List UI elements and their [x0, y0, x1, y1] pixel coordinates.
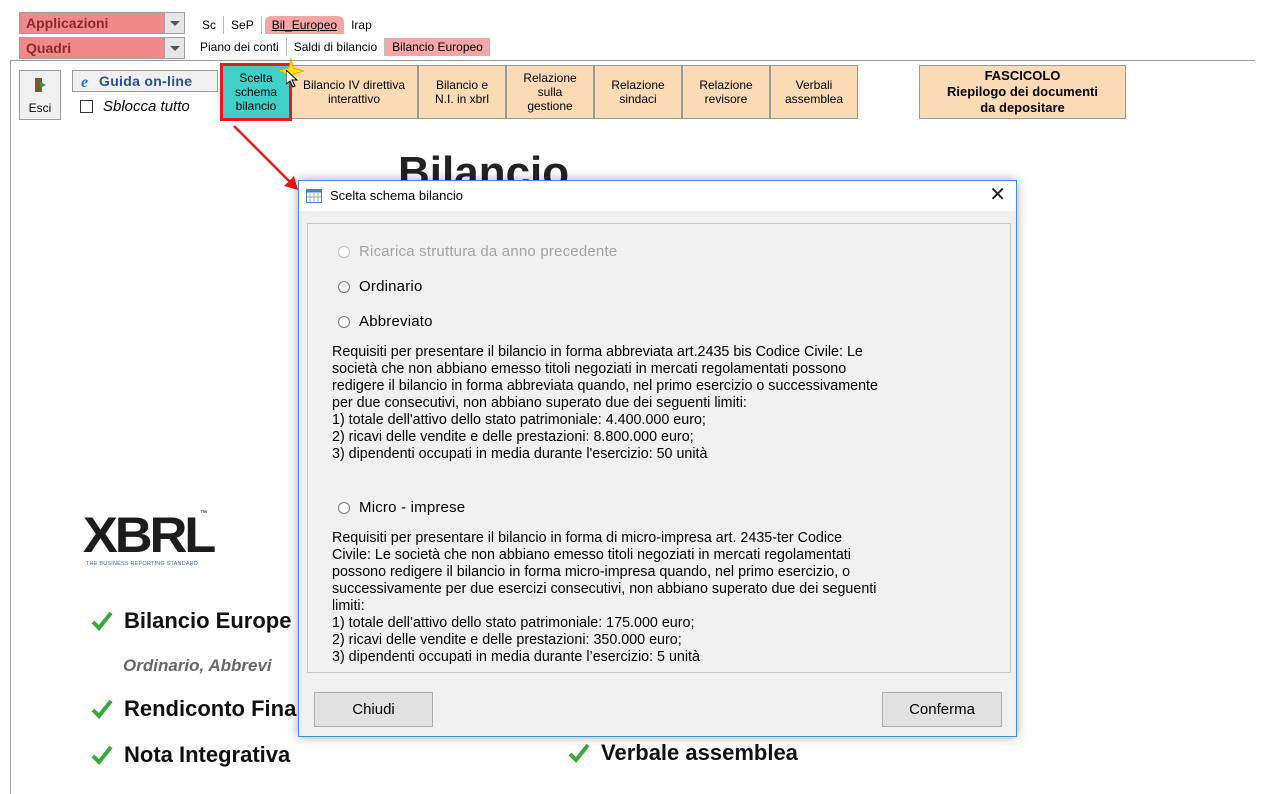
bilancio-iv-label: Bilancio IV direttiva interattivo: [302, 78, 406, 106]
sblocca-label: Sblocca tutto: [103, 98, 190, 115]
esci-button[interactable]: Esci: [19, 70, 61, 120]
trademark-glyph: ™: [200, 510, 207, 517]
feature-label: Nota Integrativa: [124, 742, 291, 767]
check-icon: [91, 745, 113, 765]
guida-online-button[interactable]: e Guida on-line: [72, 70, 218, 92]
tab-sep[interactable]: SeP: [224, 16, 262, 34]
scelta-schema-dialog: Scelta schema bilancio ✕ Ricarica strutt…: [298, 180, 1017, 737]
feature-nota-integrativa: Nota Integrativa: [90, 742, 290, 768]
background-title: Bilancio: [398, 148, 570, 182]
radio-label: Abbreviato: [359, 313, 433, 330]
bilancio-xbrl-button[interactable]: Bilancio e N.I. in xbrl: [418, 65, 506, 119]
verbali-label: Verbali assemblea: [784, 78, 844, 106]
tab-irap[interactable]: Irap: [344, 16, 379, 34]
bilancio-iv-direttiva-button[interactable]: Bilancio IV direttiva interattivo: [290, 65, 418, 119]
feature-sub: Ordinario, Abbrevi: [123, 656, 272, 675]
xbrl-logo: XBRL ™ THE BUSINESS REPORTING STANDARD: [82, 507, 216, 567]
fascicolo-button[interactable]: FASCICOLO Riepilogo dei documenti da dep…: [919, 65, 1126, 119]
chevron-down-icon[interactable]: [164, 13, 184, 33]
chiudi-button[interactable]: Chiudi: [314, 692, 433, 727]
applicazioni-value: Applicazioni: [26, 15, 109, 31]
relazione-gestione-label: Relazione sulla gestione: [523, 71, 577, 113]
feature-label: Verbale assemblea: [601, 740, 798, 765]
relazione-sindaci-label: Relazione sindaci: [611, 78, 665, 106]
verbali-assemblea-button[interactable]: Verbali assemblea: [770, 65, 858, 119]
dialog-title: Scelta schema bilancio: [330, 188, 463, 203]
relazione-sindaci-button[interactable]: Relazione sindaci: [594, 65, 682, 119]
check-icon: [91, 699, 113, 719]
conferma-button[interactable]: Conferma: [882, 692, 1002, 727]
feature-label: Bilancio Europe: [124, 608, 292, 633]
red-arrow-icon: [233, 125, 298, 190]
feature-rendiconto: Rendiconto Fina: [90, 696, 296, 722]
tab-sc[interactable]: Sc: [195, 16, 225, 34]
feature-label: Rendiconto Fina: [124, 696, 297, 721]
radio-label: Micro - imprese: [359, 499, 466, 516]
feature-bilancio-europeo: Bilancio Europe: [90, 608, 291, 634]
close-icon[interactable]: ✕: [989, 185, 1006, 205]
sub-tabs: Piano dei conti Saldi di bilancio Bilanc…: [193, 38, 490, 56]
xbrl-logo-text: XBRL: [82, 507, 216, 563]
applicazioni-select[interactable]: Applicazioni: [19, 12, 185, 34]
tab-saldi-di-bilancio[interactable]: Saldi di bilancio: [287, 38, 386, 56]
radio-abbreviato[interactable]: Abbreviato: [338, 313, 433, 330]
quadri-value: Quadri: [26, 40, 72, 56]
relazione-gestione-button[interactable]: Relazione sulla gestione: [506, 65, 594, 119]
abbreviato-requirements: Requisiti per presentare il bilancio in …: [332, 344, 878, 462]
check-icon: [568, 743, 590, 763]
sblocca-tutto-checkbox[interactable]: Sblocca tutto: [80, 98, 190, 115]
window-icon: [306, 189, 322, 203]
scelta-label: Scelta schema bilancio: [234, 71, 278, 113]
internet-explorer-icon: e: [81, 74, 88, 89]
esci-label: Esci: [28, 101, 52, 115]
micro-requirements: Requisiti per presentare il bilancio in …: [332, 530, 877, 665]
radio-button[interactable]: [338, 501, 350, 514]
checkbox-box[interactable]: [80, 100, 93, 113]
fascicolo-label: FASCICOLO Riepilogo dei documenti da dep…: [947, 68, 1098, 115]
xbrl-label: Bilancio e N.I. in xbrl: [434, 78, 489, 106]
chevron-down-icon[interactable]: [164, 38, 184, 58]
radio-ricarica: Ricarica struttura da anno precedente: [338, 243, 617, 260]
dialog-titlebar[interactable]: Scelta schema bilancio ✕: [299, 181, 1016, 211]
mouse-cursor-icon: [286, 70, 298, 88]
relazione-revisore-button[interactable]: Relazione revisore: [682, 65, 770, 119]
radio-button: [338, 245, 350, 258]
quadri-select[interactable]: Quadri: [19, 37, 185, 59]
tab-bil-europeo[interactable]: Bil_Europeo: [264, 16, 345, 34]
radio-ordinario[interactable]: Ordinario: [338, 278, 423, 295]
relazione-revisore-label: Relazione revisore: [699, 78, 753, 106]
svg-text:e: e: [81, 74, 88, 89]
feature-verbale-assemblea: Verbale assemblea: [567, 740, 798, 766]
radio-label: Ricarica struttura da anno precedente: [359, 243, 618, 260]
tab-bilancio-europeo[interactable]: Bilancio Europeo: [385, 38, 490, 56]
tab-piano-dei-conti[interactable]: Piano dei conti: [193, 38, 287, 56]
module-tabs: Sc SeP Bil_Europeo Irap: [195, 16, 379, 34]
radio-label: Ordinario: [359, 278, 423, 295]
radio-button[interactable]: [338, 315, 350, 328]
dialog-panel: Ricarica struttura da anno precedente Or…: [307, 223, 1011, 673]
exit-icon: [35, 78, 46, 92]
radio-button[interactable]: [338, 280, 350, 293]
guida-label: Guida on-line: [99, 73, 193, 89]
radio-micro-imprese[interactable]: Micro - imprese: [338, 499, 465, 516]
check-icon: [91, 611, 113, 631]
